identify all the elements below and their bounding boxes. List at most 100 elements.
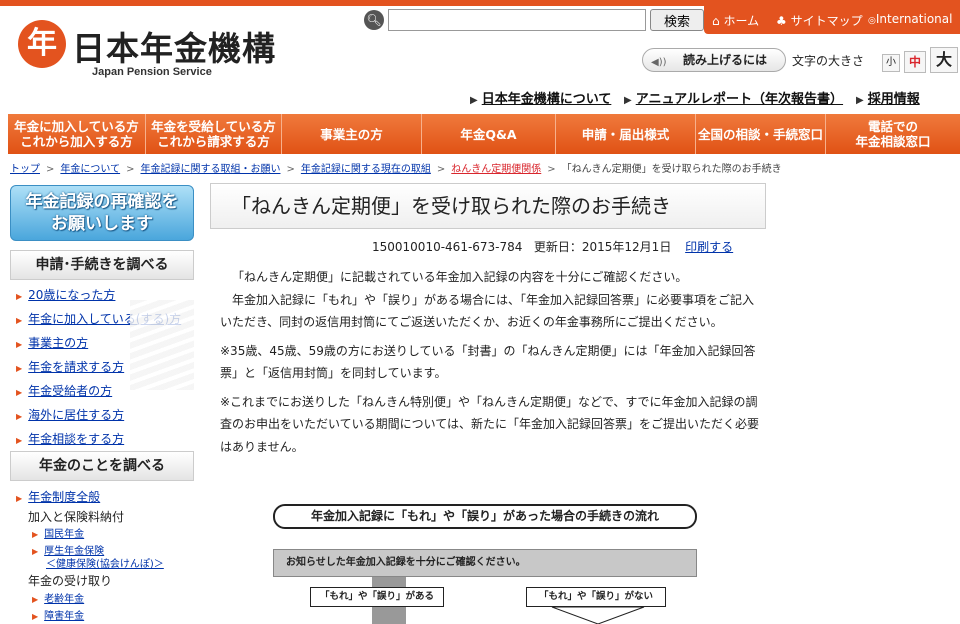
logo-mark-icon: 年 <box>18 20 66 68</box>
triangle-right-icon: ▶ <box>16 494 23 503</box>
flow-diagram-instruction: お知らせした年金加入記録を十分にご確認ください。 <box>273 549 697 577</box>
home-link-label: ホーム <box>723 14 760 28</box>
search-icon: 🔍︎ <box>364 10 384 30</box>
page-title: 「ねんきん定期便」を受け取られた際のお手続き <box>210 183 766 229</box>
sitemap-icon: ♣ <box>776 14 787 28</box>
sidebar-link[interactable]: 国民年金 <box>44 529 84 540</box>
sublink-annual-report[interactable]: ▶ アニュアルレポート（年次報告書） <box>624 88 843 107</box>
triangle-right-icon: ▶ <box>32 530 39 539</box>
breadcrumb-item[interactable]: 年金記録に関する取組・お願い <box>140 164 280 175</box>
sublink-annual-report-label[interactable]: アニュアルレポート（年次報告書） <box>636 92 843 107</box>
print-link[interactable]: 印刷する <box>685 240 733 254</box>
flow-box-has-errors: 「もれ」や「誤り」がある <box>310 587 444 607</box>
triangle-right-icon: ▶ <box>32 612 39 621</box>
breadcrumb-current: 「ねんきん定期便」を受け取られた際のお手続き <box>561 164 782 175</box>
readaloud-label: 読み上げるには <box>683 53 768 67</box>
triangle-right-icon: ▶ <box>16 340 23 349</box>
list-item[interactable]: ▶ 海外に居住する方 <box>16 404 181 428</box>
sitemap-link-label: サイトマップ <box>790 14 863 28</box>
fontsize-label: 文字の大きさ <box>792 54 865 68</box>
flow-diagram-title: 年金加入記録に「もれ」や「誤り」があった場合の手続きの流れ <box>273 504 697 529</box>
body-paragraph: 「ねんきん定期便」に記載されている年金加入記録の内容を十分にご確認ください。 <box>232 270 688 284</box>
logo-text-en: Japan Pension Service <box>92 66 212 78</box>
sidebar-link[interactable]: 厚生年金保険 <box>44 546 104 557</box>
triangle-right-icon: ▶ <box>16 436 23 445</box>
globe-icon: ◎ <box>868 16 876 26</box>
home-icon: ⌂ <box>712 14 720 28</box>
global-nav: 年金に加入している方 これから加入する方 年金を受給している方 これから請求する… <box>8 114 960 154</box>
sidebar-link[interactable]: 年金制度全般 <box>28 490 100 504</box>
gnav-item-qa[interactable]: 年金Q&A <box>422 114 556 154</box>
gnav-item-forms[interactable]: 申請・届出様式 <box>556 114 696 154</box>
sidebar-link[interactable]: 年金相談をする方 <box>28 432 124 446</box>
home-link[interactable]: ⌂ ホーム <box>712 12 759 29</box>
sublink-about[interactable]: ▶ 日本年金機構について <box>470 88 611 107</box>
gnav-item-phone[interactable]: 電話での 年金相談窓口 <box>826 114 960 154</box>
triangle-right-icon: ▶ <box>470 95 478 106</box>
triangle-right-icon: ▶ <box>32 547 39 556</box>
breadcrumb-item[interactable]: ねんきん定期便関係 <box>451 164 541 175</box>
triangle-right-icon: ▶ <box>16 388 23 397</box>
utility-bar: ⌂ ホーム ♣ サイトマップ ◎International <box>704 6 960 34</box>
fontsize-large-button[interactable]: 大 <box>930 47 958 73</box>
list-item[interactable]: ▶ 年金相談をする方 <box>16 428 181 452</box>
sidebar-link[interactable]: 老齢年金 <box>44 594 84 605</box>
sitemap-link[interactable]: ♣ サイトマップ <box>776 12 863 29</box>
flow-box-no-errors: 「もれ」や「誤り」がない <box>526 587 666 607</box>
triangle-right-icon: ▶ <box>16 364 23 373</box>
sidebar-heading-learn: 年金のことを調べる <box>10 451 194 481</box>
international-link-label: International <box>875 12 953 26</box>
sidebar-link[interactable]: 年金受給者の方 <box>28 384 112 398</box>
sublink-about-label[interactable]: 日本年金機構について <box>482 92 612 107</box>
sidebar-subheading: 年金の受け取り <box>28 574 113 588</box>
list-item[interactable]: ▶ 国民年金 <box>16 526 164 543</box>
triangle-right-icon: ▶ <box>16 292 23 301</box>
triangle-right-icon: ▶ <box>856 95 864 106</box>
sidebar-link[interactable]: 障害年金 <box>44 611 84 622</box>
updated-date: 更新日：2015年12月1日 <box>533 240 672 254</box>
page-meta: 150010010-461-673-784 更新日：2015年12月1日 印刷す… <box>372 238 733 255</box>
sidebar-subheading: 加入と保険料納付 <box>28 510 125 524</box>
gnav-item-employers[interactable]: 事業主の方 <box>282 114 422 154</box>
triangle-right-icon: ▶ <box>32 595 39 604</box>
sidebar-heading-procedures: 申請･手続きを調べる <box>10 250 194 280</box>
triangle-right-icon: ▶ <box>624 95 632 106</box>
search-input[interactable] <box>388 9 646 31</box>
breadcrumb-item[interactable]: 年金について <box>60 164 120 175</box>
list-item[interactable]: ＜健康保険(協会けんぽ)＞ <box>16 558 164 571</box>
list-item[interactable]: ▶ 老齢年金 <box>16 591 164 608</box>
sidebar-link[interactable]: 事業主の方 <box>28 336 88 350</box>
flow-down-arrow-icon <box>551 607 645 624</box>
sidebar-decoration <box>130 300 194 390</box>
gnav-item-enrolled[interactable]: 年金に加入している方 これから加入する方 <box>8 114 146 154</box>
record-reconfirm-banner[interactable]: 年金記録の再確認を お願いします <box>10 185 194 241</box>
speaker-icon: ◀)) <box>651 57 667 68</box>
fontsize-medium-button[interactable]: 中 <box>904 51 926 73</box>
sublink-recruit[interactable]: ▶ 採用情報 <box>856 88 920 107</box>
fontsize-small-button[interactable]: 小 <box>882 54 900 72</box>
body-paragraph: 年金加入記録に「もれ」や「誤り」がある場合には、「年金加入記録回答票」に必要事項… <box>220 292 755 330</box>
logo-text-jp: 日本年金機構 <box>72 29 276 68</box>
list-item[interactable]: ▶ 障害年金 <box>16 608 164 624</box>
gnav-item-offices[interactable]: 全国の相談・手続窓口 <box>696 114 826 154</box>
sidebar-link[interactable]: 20歳になった方 <box>28 288 115 302</box>
international-link[interactable]: ◎International <box>868 12 952 26</box>
breadcrumb: トップ > 年金について > 年金記録に関する取組・お願い > 年金記録に関する現在の取組 >… <box>10 164 782 175</box>
sidebar-link[interactable]: 海外に居住する方 <box>28 408 124 422</box>
gnav-item-recipients[interactable]: 年金を受給している方 これから請求する方 <box>146 114 282 154</box>
triangle-right-icon: ▶ <box>16 316 23 325</box>
list-item[interactable]: ▶ 厚生年金保険 <box>16 543 164 558</box>
sidebar-learn-list: ▶ 年金制度全般 加入と保険料納付 ▶ 国民年金 ▶ 厚生年金保険 ＜健康保険(協会け… <box>16 488 164 624</box>
search-button[interactable]: 検索 <box>650 9 704 31</box>
breadcrumb-item[interactable]: 年金記録に関する現在の取組 <box>301 164 431 175</box>
main-body: 「ねんきん定期便」に記載されている年金加入記録の内容を十分にご確認ください。 年… <box>220 266 760 464</box>
triangle-right-icon: ▶ <box>16 412 23 421</box>
sublink-recruit-label[interactable]: 採用情報 <box>868 92 920 107</box>
list-item[interactable]: ▶ 年金制度全般 <box>16 488 164 508</box>
site-logo[interactable]: 年 日本年金機構 Japan Pension Service <box>18 20 283 82</box>
sidebar-link[interactable]: ＜健康保険(協会けんぽ)＞ <box>46 559 164 570</box>
breadcrumb-item[interactable]: トップ <box>10 164 40 175</box>
readaloud-button[interactable]: ◀)) 読み上げるには <box>642 48 786 72</box>
sidebar-link[interactable]: 年金を請求する方 <box>28 360 124 374</box>
document-id: 150010010-461-673-784 <box>372 240 523 254</box>
